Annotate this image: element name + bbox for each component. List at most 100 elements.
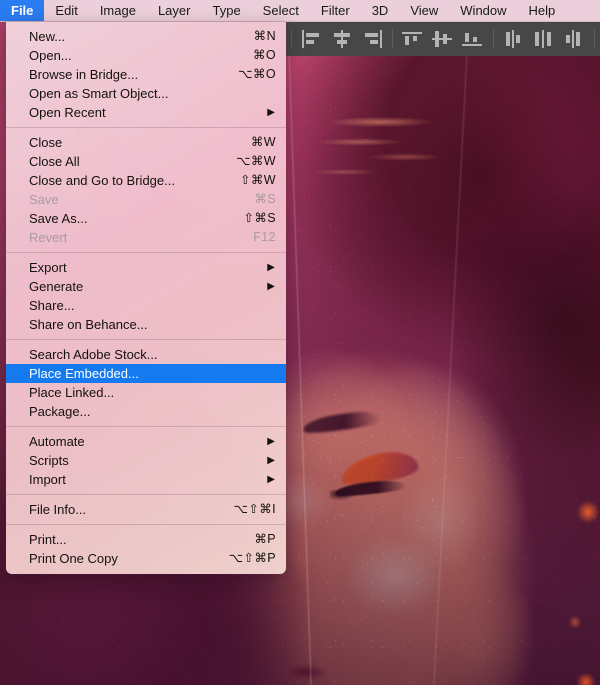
menubar-item-file[interactable]: File (0, 0, 45, 21)
menu-item-label: Print... (29, 532, 67, 547)
menu-item-revert: Revert F12 (6, 228, 286, 247)
menu-item-label: Automate (29, 434, 85, 449)
menu-item-file-info[interactable]: File Info... ⌥⇧⌘I (6, 500, 286, 519)
align-bottom-edges-icon[interactable] (460, 28, 486, 50)
menu-separator (6, 127, 286, 128)
submenu-arrow-icon: ▶ (267, 106, 275, 118)
menu-item-shortcut: ⌘N (253, 29, 276, 44)
menu-item-shortcut: ⌘O (252, 48, 276, 63)
menu-item-share-on-behance[interactable]: Share on Behance... (6, 315, 286, 334)
menu-item-print-one-copy[interactable]: Print One Copy ⌥⇧⌘P (6, 549, 286, 568)
menu-item-save-as[interactable]: Save As... ⇧⌘S (6, 209, 286, 228)
menu-item-open[interactable]: Open... ⌘O (6, 46, 286, 65)
menu-item-print[interactable]: Print... ⌘P (6, 530, 286, 549)
align-vertical-centers-icon[interactable] (430, 28, 456, 50)
submenu-arrow-icon: ▶ (267, 261, 275, 273)
menu-item-label: Import (29, 472, 66, 487)
align-right-edges-icon[interactable] (359, 28, 385, 50)
options-bar: 3D M (286, 22, 600, 56)
menu-item-close-all[interactable]: Close All ⌥⌘W (6, 152, 286, 171)
menu-item-label: Package... (29, 404, 91, 419)
submenu-arrow-icon: ▶ (267, 454, 275, 466)
distribute-horizontal-centers-icon[interactable] (531, 28, 557, 50)
align-left-edges-icon[interactable] (299, 28, 325, 50)
menu-item-label: Open... (29, 48, 72, 63)
menu-item-label: Search Adobe Stock... (29, 347, 158, 362)
menu-item-save: Save ⌘S (6, 190, 286, 209)
menu-item-label: Export (29, 260, 67, 275)
menubar-item-view[interactable]: View (399, 0, 449, 21)
menubar-item-help[interactable]: Help (518, 0, 567, 21)
menu-item-share[interactable]: Share... (6, 296, 286, 315)
menu-separator (6, 252, 286, 253)
menu-separator (6, 494, 286, 495)
toolbar-divider (392, 29, 393, 49)
menu-item-place-linked[interactable]: Place Linked... (6, 383, 286, 402)
menu-separator (6, 524, 286, 525)
menu-item-label: Open as Smart Object... (29, 86, 169, 101)
submenu-arrow-icon: ▶ (267, 280, 275, 292)
menu-item-shortcut: ⇧⌘S (243, 211, 276, 226)
menubar-item-filter[interactable]: Filter (310, 0, 361, 21)
toolbar-divider (493, 29, 494, 49)
menubar-item-type[interactable]: Type (201, 0, 251, 21)
menu-separator (6, 426, 286, 427)
menu-item-label: Save (29, 192, 59, 207)
align-horizontal-centers-icon[interactable] (329, 28, 355, 50)
menu-item-generate[interactable]: Generate ▶ (6, 277, 286, 296)
submenu-arrow-icon: ▶ (267, 473, 275, 485)
menu-item-shortcut: ⌥⌘W (236, 154, 276, 169)
menu-item-search-adobe-stock[interactable]: Search Adobe Stock... (6, 345, 286, 364)
menu-item-label: Generate (29, 279, 84, 294)
toolbar-divider (291, 29, 292, 49)
menu-item-label: Place Linked... (29, 385, 115, 400)
menu-item-close-and-go-to-bridge[interactable]: Close and Go to Bridge... ⇧⌘W (6, 171, 286, 190)
menu-item-export[interactable]: Export ▶ (6, 258, 286, 277)
menu-item-label: Scripts (29, 453, 69, 468)
distribute-left-edges-icon[interactable] (501, 28, 527, 50)
menu-item-shortcut: ⌘P (254, 532, 276, 547)
menu-item-place-embedded[interactable]: Place Embedded... (6, 364, 286, 383)
menubar-item-image[interactable]: Image (89, 0, 147, 21)
toolbar-divider (594, 29, 595, 49)
menu-item-shortcut: ⇧⌘W (240, 173, 276, 188)
menu-item-automate[interactable]: Automate ▶ (6, 432, 286, 451)
menu-item-shortcut: F12 (253, 230, 276, 245)
menu-item-label: Close All (29, 154, 80, 169)
menu-item-open-recent[interactable]: Open Recent ▶ (6, 103, 286, 122)
menu-item-import[interactable]: Import ▶ (6, 470, 286, 489)
menu-item-label: Revert (29, 230, 68, 245)
menubar-item-layer[interactable]: Layer (147, 0, 202, 21)
submenu-arrow-icon: ▶ (267, 435, 275, 447)
menu-item-scripts[interactable]: Scripts ▶ (6, 451, 286, 470)
menu-item-shortcut: ⌥⇧⌘P (228, 551, 276, 566)
menu-item-new[interactable]: New... ⌘N (6, 27, 286, 46)
menu-item-label: Browse in Bridge... (29, 67, 139, 82)
menu-item-close[interactable]: Close ⌘W (6, 133, 286, 152)
menu-item-open-as-smart-object[interactable]: Open as Smart Object... (6, 84, 286, 103)
menu-item-browse-in-bridge[interactable]: Browse in Bridge... ⌥⌘O (6, 65, 286, 84)
file-menu-dropdown[interactable]: New... ⌘N Open... ⌘O Browse in Bridge... ⌥⌘O O… (6, 22, 286, 574)
menu-item-label: New... (29, 29, 66, 44)
distribute-right-edges-icon[interactable] (561, 28, 587, 50)
menu-item-label: Open Recent (29, 105, 106, 120)
menubar-item-3d[interactable]: 3D (361, 0, 400, 21)
menu-item-label: File Info... (29, 502, 87, 517)
menu-bar: File Edit Image Layer Type Select Filter 3D View… (0, 0, 600, 22)
menu-item-label: Share on Behance... (29, 317, 148, 332)
menu-item-package[interactable]: Package... (6, 402, 286, 421)
menubar-item-window[interactable]: Window (449, 0, 517, 21)
menubar-item-select[interactable]: Select (252, 0, 310, 21)
menu-item-shortcut: ⌥⇧⌘I (233, 502, 276, 517)
align-top-edges-icon[interactable] (400, 28, 426, 50)
menu-item-shortcut: ⌘S (254, 192, 276, 207)
menu-item-label: Close (29, 135, 63, 150)
menu-separator (6, 339, 286, 340)
menu-item-label: Share... (29, 298, 75, 313)
menu-item-label: Save As... (29, 211, 88, 226)
menubar-item-edit[interactable]: Edit (44, 0, 88, 21)
menu-item-label: Close and Go to Bridge... (29, 173, 175, 188)
menu-item-shortcut: ⌘W (250, 135, 276, 150)
menu-item-shortcut: ⌥⌘O (238, 67, 276, 82)
menu-item-label: Print One Copy (29, 551, 118, 566)
